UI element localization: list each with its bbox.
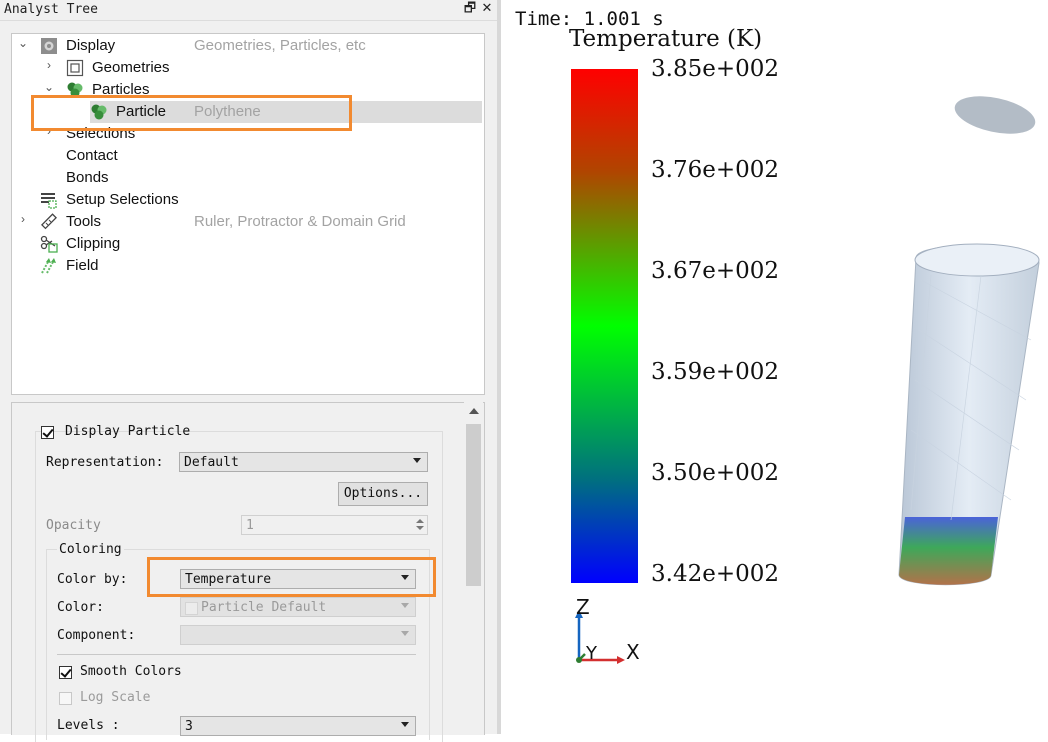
analyst-tree-panel: Analyst Tree 🗗 ✕ ⌄ Display Geometries, P… [0,0,497,742]
chevron-down-icon [413,458,421,463]
panel-titlebar: Analyst Tree 🗗 ✕ [0,0,497,21]
tree-item-label: Clipping [66,235,121,252]
legend-tick-label: 3.42e+002 [651,561,779,587]
tree-item-setup-selections[interactable]: Setup Selections [12,189,482,211]
highlight-color-by [147,557,436,597]
opacity-label: Opacity [46,518,101,533]
representation-value: Default [184,455,239,470]
properties-scrollbar[interactable] [464,402,483,734]
tree-item-label: Bonds [66,169,109,186]
setup-selections-icon [40,191,58,209]
log-scale-checkbox[interactable] [59,692,72,705]
log-scale-label: Log Scale [80,690,151,705]
scissors-icon [40,235,58,253]
tree-item-description: Geometries, Particles, etc [194,37,366,54]
tree-item-label: Display [66,37,116,54]
levels-label: Levels : [57,718,120,733]
analyst-tree: ⌄ Display Geometries, Particles, etc › G… [11,33,485,395]
component-label: Component: [57,628,136,643]
smooth-colors-label: Smooth Colors [80,664,182,679]
tree-item-description: Ruler, Protractor & Domain Grid [194,213,406,230]
color-label: Color: [57,600,104,615]
expand-arrow-icon[interactable]: ⌄ [16,36,30,50]
representation-select[interactable]: Default [179,452,428,472]
chevron-down-icon [401,603,409,608]
expand-arrow-icon[interactable]: › [16,212,30,226]
spin-down-icon [416,526,424,530]
color-legend-bar [571,69,638,583]
scroll-up-icon[interactable] [469,408,479,414]
cylinder-top-rim [914,243,1040,277]
levels-select[interactable]: 3 [180,716,416,736]
ruler-icon [40,213,58,231]
opacity-value: 1 [246,518,254,533]
tree-item-label: Geometries [92,59,170,76]
opacity-spinbox[interactable]: 1 [241,515,428,535]
expand-arrow-icon[interactable]: ⌄ [42,80,56,94]
legend-tick-label: 3.85e+002 [651,56,779,82]
component-select[interactable] [180,625,416,645]
axis-y-label: Y [586,643,597,664]
3d-viewport[interactable]: Time: 1.001 s Temperature (K) 3.85e+002 … [497,0,1048,734]
smooth-colors-checkbox[interactable] [59,666,72,679]
expand-arrow-icon[interactable]: › [42,58,56,72]
color-value: Particle Default [201,600,327,615]
gear-icon [40,37,58,55]
tree-item-label: Contact [66,147,118,164]
legend-tick-label: 3.76e+002 [651,157,779,183]
tree-item-geometries[interactable]: › Geometries [12,57,482,79]
legend-tick-label: 3.67e+002 [651,258,779,284]
color-by-label: Color by: [57,572,128,587]
legend-tick-label: 3.59e+002 [651,359,779,385]
geometry-box-icon [66,59,84,77]
tree-item-tools[interactable]: › Tools Ruler, Protractor & Domain Grid [12,211,482,233]
tree-item-label: Tools [66,213,102,230]
panel-title: Analyst Tree [4,2,98,17]
legend-title: Temperature (K) [569,26,763,52]
coloring-title: Coloring [57,542,124,557]
levels-value: 3 [185,719,193,734]
tree-item-display[interactable]: ⌄ Display Geometries, Particles, etc [12,35,482,57]
divider [57,654,416,655]
close-panel-icon[interactable]: ✕ [479,1,495,17]
representation-label: Representation: [46,455,164,470]
options-button[interactable]: Options... [338,482,428,506]
tree-item-bonds[interactable]: Bonds [12,167,482,189]
tree-item-field[interactable]: Field [12,255,482,277]
color-select[interactable]: Particle Default [180,597,416,617]
tree-item-label: Field [66,257,99,274]
tree-item-clipping[interactable]: Clipping [12,233,482,255]
chevron-down-icon [401,722,409,727]
field-arrows-icon [40,257,58,275]
particle-bed [899,517,998,585]
axis-z-label: Z [576,595,590,619]
tree-item-contact[interactable]: Contact [12,145,482,167]
scrollbar-thumb[interactable] [466,424,481,586]
legend-tick-label: 3.50e+002 [651,460,779,486]
spin-up-icon [416,519,424,523]
tree-item-label: Setup Selections [66,191,179,208]
disk-geometry [954,96,1036,134]
chevron-down-icon [401,631,409,636]
axis-x-label: X [626,640,640,664]
simulation-geometry [898,96,1040,586]
display-particle-label: Display Particle [65,424,191,439]
highlight-particle-row [31,95,352,131]
display-particle-checkbox[interactable] [41,426,54,439]
float-panel-icon[interactable]: 🗗 [462,1,478,17]
color-swatch [185,602,198,615]
